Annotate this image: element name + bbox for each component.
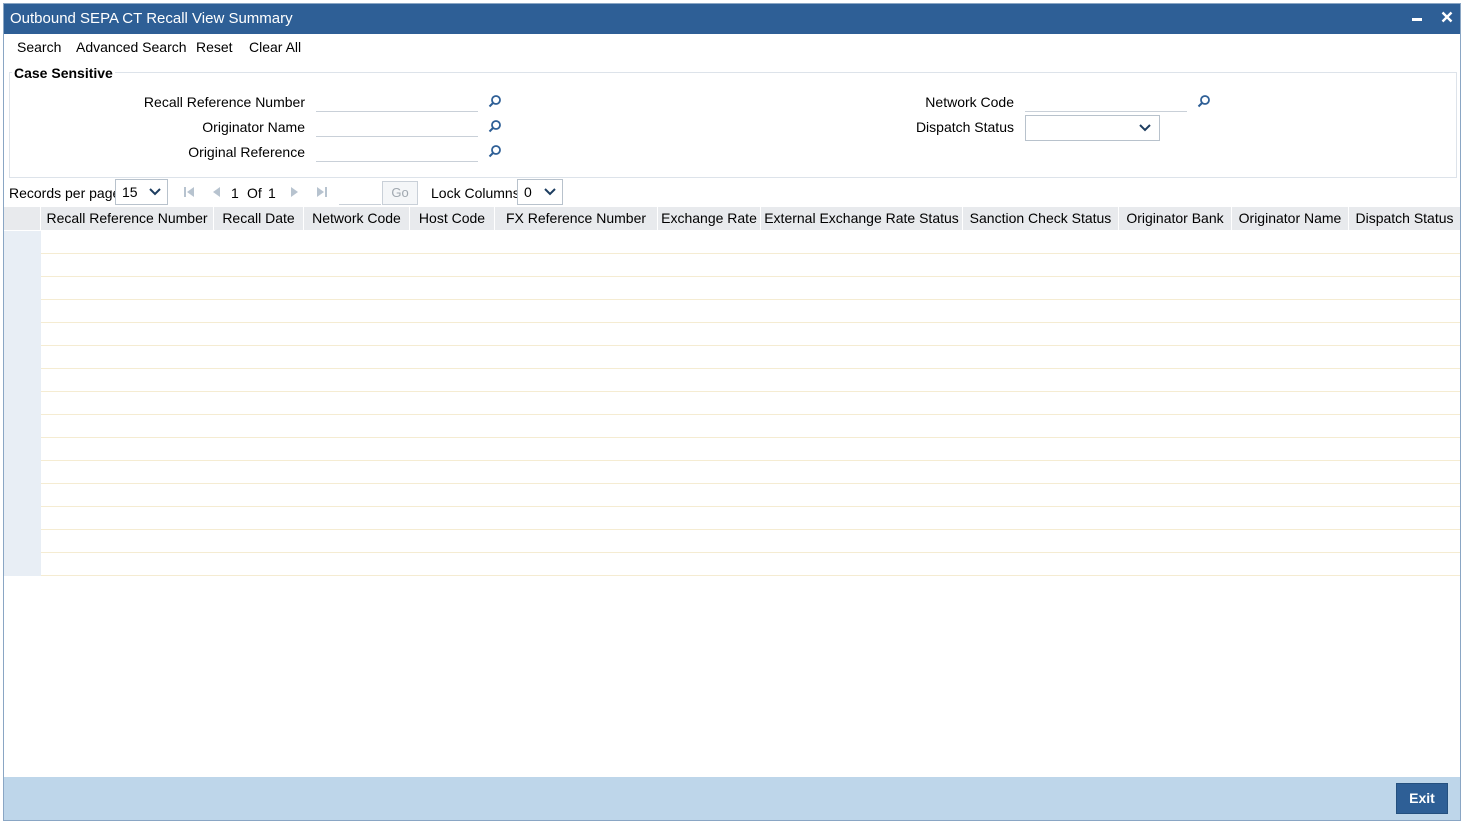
table-row[interactable] [4, 507, 1460, 530]
column-header[interactable]: External Exchange Rate Status [761, 207, 963, 230]
reset-button[interactable]: Reset [196, 39, 233, 55]
row-selector[interactable] [4, 323, 41, 346]
row-selector[interactable] [4, 254, 41, 277]
chevron-down-icon [544, 188, 556, 196]
originator-name-lookup-icon[interactable] [488, 119, 502, 133]
search-button[interactable]: Search [17, 39, 61, 55]
of-label: Of [247, 185, 262, 201]
previous-page-icon[interactable] [209, 185, 223, 199]
chevron-down-icon [1139, 124, 1151, 132]
clear-all-button[interactable]: Clear All [249, 39, 301, 55]
original-reference-label: Original Reference [188, 144, 305, 160]
table-row[interactable] [4, 369, 1460, 392]
last-page-icon[interactable] [315, 185, 329, 199]
row-selector[interactable] [4, 553, 41, 576]
row-selector[interactable] [4, 415, 41, 438]
chevron-down-icon [149, 188, 161, 196]
column-header[interactable]: Exchange Rate [658, 207, 761, 230]
summary-window: Outbound SEPA CT Recall View Summary Sea… [3, 3, 1461, 821]
dispatch-status-select[interactable] [1025, 115, 1160, 141]
close-icon[interactable] [1436, 8, 1458, 30]
lock-columns-value: 0 [524, 184, 532, 200]
originator-name-input[interactable] [316, 116, 478, 137]
column-header[interactable]: Network Code [304, 207, 410, 230]
go-button[interactable]: Go [382, 181, 418, 205]
table-row[interactable] [4, 438, 1460, 461]
table-row[interactable] [4, 277, 1460, 300]
select-all-column[interactable] [4, 207, 41, 230]
row-selector[interactable] [4, 438, 41, 461]
minimize-icon[interactable] [1406, 8, 1428, 30]
first-page-icon[interactable] [182, 185, 196, 199]
recall-reference-number-input[interactable] [316, 91, 478, 112]
row-selector[interactable] [4, 369, 41, 392]
exit-button[interactable]: Exit [1396, 783, 1448, 814]
footer-bar: Exit [4, 777, 1460, 820]
column-header[interactable]: Host Code [410, 207, 495, 230]
current-page: 1 [231, 185, 239, 201]
column-header[interactable]: Dispatch Status [1349, 207, 1460, 230]
next-page-icon[interactable] [288, 185, 302, 199]
records-per-page-value: 15 [122, 184, 138, 200]
recall-reference-lookup-icon[interactable] [488, 94, 502, 108]
table-row[interactable] [4, 392, 1460, 415]
records-per-page-select[interactable]: 15 [115, 179, 168, 205]
original-reference-lookup-icon[interactable] [488, 144, 502, 158]
table-row[interactable] [4, 254, 1460, 277]
table-row[interactable] [4, 530, 1460, 553]
row-selector[interactable] [4, 484, 41, 507]
row-selector[interactable] [4, 392, 41, 415]
column-header[interactable]: Originator Bank [1119, 207, 1232, 230]
table-row[interactable] [4, 553, 1460, 576]
row-selector[interactable] [4, 300, 41, 323]
network-code-label: Network Code [925, 94, 1014, 110]
original-reference-input[interactable] [316, 141, 478, 162]
column-header[interactable]: Recall Date [214, 207, 304, 230]
column-header[interactable]: Recall Reference Number [41, 207, 214, 230]
row-selector[interactable] [4, 277, 41, 300]
originator-name-label: Originator Name [202, 119, 305, 135]
recall-reference-number-label: Recall Reference Number [143, 94, 305, 110]
network-code-input[interactable] [1025, 91, 1187, 112]
table-row[interactable] [4, 461, 1460, 484]
table-row[interactable] [4, 323, 1460, 346]
row-selector[interactable] [4, 461, 41, 484]
dispatch-status-label: Dispatch Status [915, 119, 1014, 135]
row-selector[interactable] [4, 231, 41, 254]
row-selector[interactable] [4, 507, 41, 530]
table-row[interactable] [4, 231, 1460, 254]
row-selector[interactable] [4, 346, 41, 369]
window-title: Outbound SEPA CT Recall View Summary [10, 10, 293, 27]
action-menu: Search Advanced Search Reset Clear All [4, 34, 1460, 60]
case-sensitive-legend: Case Sensitive [12, 65, 115, 81]
table-row[interactable] [4, 346, 1460, 369]
advanced-search-button[interactable]: Advanced Search [76, 39, 187, 55]
title-bar: Outbound SEPA CT Recall View Summary [4, 4, 1460, 34]
table-row[interactable] [4, 300, 1460, 323]
goto-page-input[interactable] [339, 182, 381, 205]
column-header[interactable]: Sanction Check Status [963, 207, 1119, 230]
row-selector[interactable] [4, 530, 41, 553]
records-per-page-label: Records per page [9, 185, 121, 201]
lock-columns-label: Lock Columns [431, 185, 520, 201]
pagination-bar: Records per page 15 1 Of 1 Go Lock Colum… [4, 178, 1460, 206]
total-pages: 1 [268, 185, 276, 201]
table-row[interactable] [4, 415, 1460, 438]
column-header[interactable]: Originator Name [1232, 207, 1349, 230]
grid-header: Recall Reference Number Recall Date Netw… [4, 207, 1460, 230]
lock-columns-select[interactable]: 0 [517, 179, 563, 205]
network-code-lookup-icon[interactable] [1197, 94, 1211, 108]
table-row[interactable] [4, 484, 1460, 507]
column-header[interactable]: FX Reference Number [495, 207, 658, 230]
